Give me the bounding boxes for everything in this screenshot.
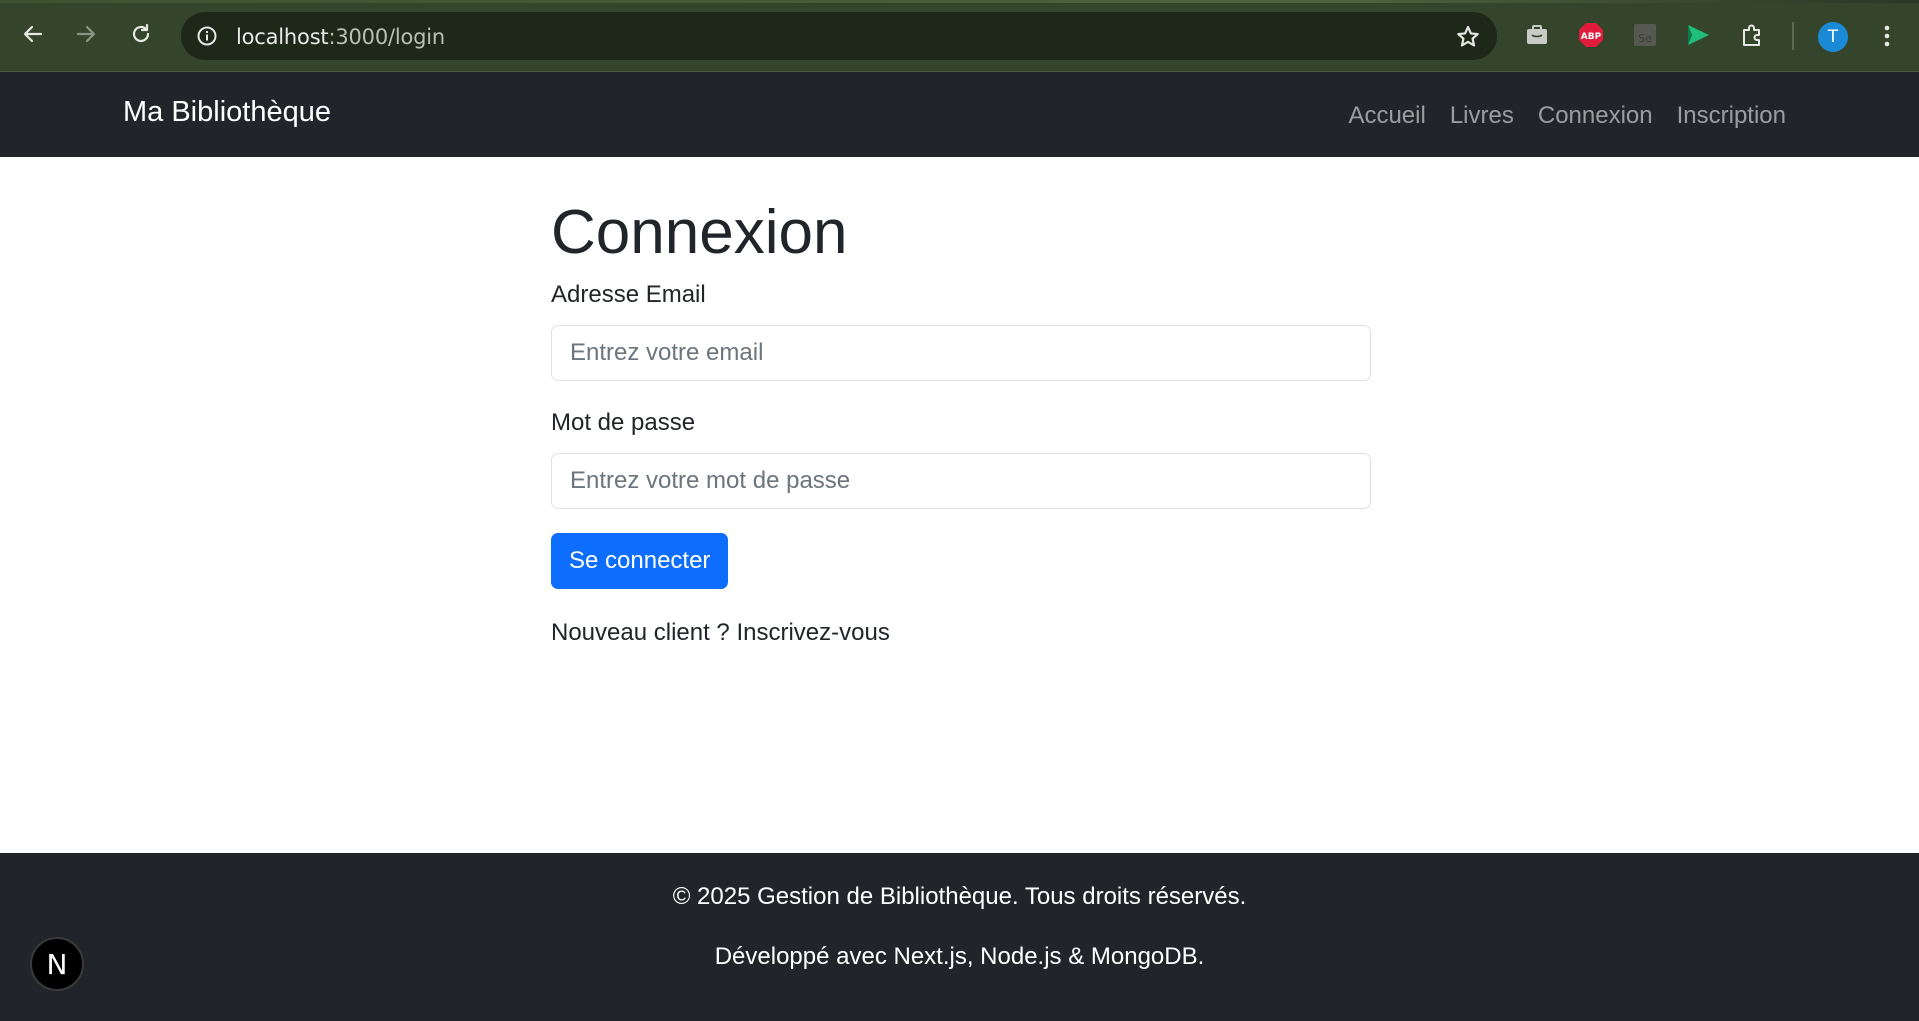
selenium-icon[interactable]: Se — [1630, 20, 1660, 50]
svg-text:Se: Se — [1638, 32, 1652, 45]
browser-toolbar: localhost:3000/login ABP Se T — [0, 0, 1919, 72]
back-arrow-icon — [23, 25, 43, 43]
nav-link-accueil[interactable]: Accueil — [1348, 102, 1425, 130]
email-label: Adresse Email — [551, 281, 706, 308]
kebab-menu-icon — [1884, 25, 1890, 47]
svg-text:ABP: ABP — [1581, 32, 1602, 42]
address-bar[interactable]: localhost:3000/login — [181, 12, 1497, 60]
tab-strip-edge — [0, 0, 1919, 3]
password-label: Mot de passe — [551, 409, 696, 436]
forward-button[interactable] — [66, 14, 106, 54]
profile-avatar[interactable]: T — [1818, 22, 1848, 52]
email-field[interactable] — [551, 325, 1371, 381]
password-field[interactable] — [551, 453, 1371, 509]
bookmark-star-icon[interactable] — [1455, 24, 1481, 50]
reload-icon — [132, 23, 150, 43]
reload-button[interactable] — [121, 14, 161, 54]
submit-login-button[interactable]: Se connecter — [551, 533, 729, 589]
site-footer: © 2025 Gestion de Bibliothèque. Tous dro… — [0, 853, 1919, 1021]
signup-prompt-text: Nouveau client ? — [551, 619, 730, 646]
nav-link-inscription[interactable]: Inscription — [1677, 102, 1786, 130]
page-title: Connexion — [551, 198, 848, 267]
site-navbar: Ma Bibliothèque Accueil Livres Connexion… — [0, 72, 1919, 157]
nav-link-livres[interactable]: Livres — [1450, 102, 1514, 130]
browser-menu-button[interactable] — [1867, 16, 1907, 56]
nextjs-dev-badge[interactable]: N — [30, 937, 84, 991]
url-text[interactable]: localhost:3000/login — [236, 25, 445, 49]
toolbar-divider — [1792, 22, 1794, 50]
signup-prompt: Nouveau client ? Inscrivez-vous — [551, 619, 890, 647]
back-button[interactable] — [13, 14, 53, 54]
puzzle-icon[interactable] — [1737, 20, 1767, 50]
signup-link[interactable]: Inscrivez-vous — [736, 619, 889, 646]
site-info-icon[interactable] — [193, 22, 221, 50]
send-arrow-icon[interactable] — [1683, 20, 1713, 50]
url-path: :3000/login — [328, 25, 446, 49]
url-host: localhost — [236, 25, 329, 49]
footer-tech: Développé avec Next.js, Node.js & MongoD… — [714, 943, 1205, 970]
navbar-brand[interactable]: Ma Bibliothèque — [123, 96, 331, 129]
nav-links: Accueil Livres Connexion Inscription — [1348, 102, 1786, 130]
adblock-plus-icon[interactable]: ABP — [1576, 20, 1606, 50]
briefcase-icon[interactable] — [1522, 20, 1552, 50]
footer-copyright: © 2025 Gestion de Bibliothèque. Tous dro… — [672, 883, 1247, 910]
nav-link-connexion[interactable]: Connexion — [1538, 102, 1653, 130]
forward-arrow-icon — [76, 25, 96, 43]
